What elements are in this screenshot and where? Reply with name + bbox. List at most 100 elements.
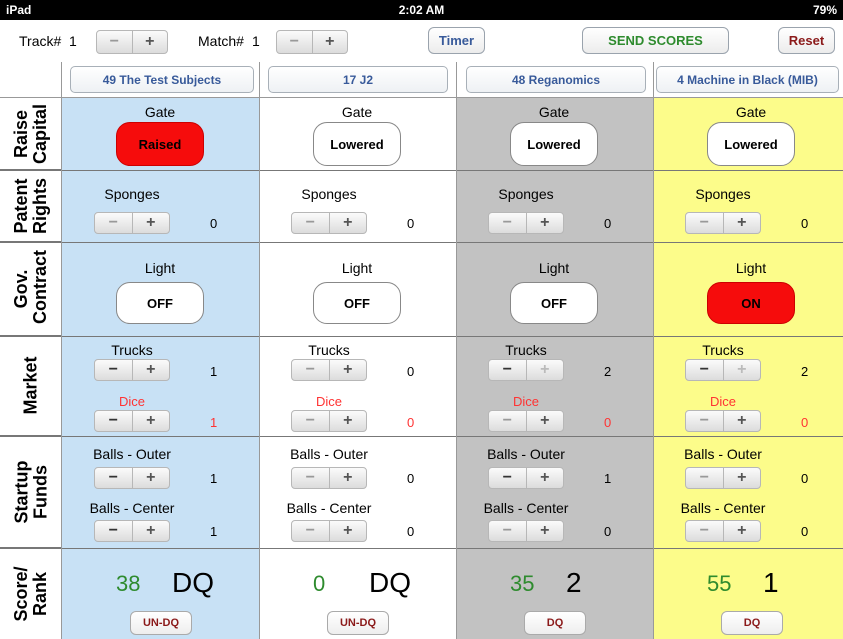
team4-sponges-increment-button[interactable]: + — [724, 213, 761, 233]
team2-trucks-increment-button[interactable]: + — [330, 360, 367, 380]
team3-dice-decrement-button[interactable]: − — [489, 411, 527, 431]
team1-trucks-decrement-button[interactable]: − — [95, 360, 133, 380]
team1-dq-button[interactable]: UN-DQ — [130, 611, 192, 635]
team3-sponges-increment-button[interactable]: + — [527, 213, 564, 233]
team3-balls-outer-increment-button[interactable]: + — [527, 468, 564, 488]
track-value: 1 — [69, 33, 77, 49]
team2-dice-stepper[interactable]: − + — [291, 410, 367, 432]
team2-sponges-label: Sponges — [301, 186, 357, 202]
team4-balls-center-decrement-button[interactable]: − — [686, 521, 724, 541]
team2-balls-center-increment-button[interactable]: + — [330, 521, 367, 541]
team4-balls-center-stepper[interactable]: − + — [685, 520, 761, 542]
team2-rank: DQ — [369, 567, 411, 598]
team3-light-button[interactable]: OFF — [510, 282, 598, 324]
team3-dice-label: Dice — [512, 394, 539, 409]
track-label: Track# — [19, 33, 62, 49]
team3-gate-button[interactable]: Lowered — [510, 122, 598, 166]
team4-dice-decrement-button[interactable]: − — [686, 411, 724, 431]
team-button-3[interactable]: 48 Reganomics — [466, 66, 646, 93]
team2-dice-decrement-button[interactable]: − — [292, 411, 330, 431]
team2-trucks-decrement-button[interactable]: − — [292, 360, 330, 380]
team1-light-button[interactable]: OFF — [116, 282, 204, 324]
team1-trucks-increment-button[interactable]: + — [133, 360, 170, 380]
team2-light-button[interactable]: OFF — [313, 282, 401, 324]
team3-balls-center-value: 0 — [604, 524, 612, 539]
team2-balls-outer-stepper[interactable]: − + — [291, 467, 367, 489]
team1-dice-stepper[interactable]: − + — [94, 410, 170, 432]
team4-dq-button[interactable]: DQ — [721, 611, 783, 635]
team4-balls-outer-decrement-button[interactable]: − — [686, 468, 724, 488]
team3-sponges-decrement-button[interactable]: − — [489, 213, 527, 233]
team1-balls-outer-stepper[interactable]: − + — [94, 467, 170, 489]
team2-balls-center-stepper[interactable]: − + — [291, 520, 367, 542]
team1-dice-increment-button[interactable]: + — [133, 411, 170, 431]
team4-trucks-decrement-button[interactable]: − — [686, 360, 724, 380]
team3-light-label: Light — [538, 260, 570, 276]
team-button-4[interactable]: 4 Machine in Black (MIB) — [656, 66, 839, 93]
match-decrement-button[interactable]: − — [277, 31, 313, 53]
team4-dice-increment-button[interactable]: + — [724, 411, 761, 431]
team1-gate-button[interactable]: Raised — [116, 122, 204, 166]
team3-trucks-stepper[interactable]: − + — [488, 359, 564, 381]
team1-dice-decrement-button[interactable]: − — [95, 411, 133, 431]
team3-dice-stepper[interactable]: − + — [488, 410, 564, 432]
team4-dice-value: 0 — [801, 415, 809, 430]
team1-trucks-stepper[interactable]: − + — [94, 359, 170, 381]
team-button-1[interactable]: 49 The Test Subjects — [70, 66, 254, 93]
team3-balls-center-decrement-button[interactable]: − — [489, 521, 527, 541]
team2-gate-button[interactable]: Lowered — [313, 122, 401, 166]
team1-balls-center-increment-button[interactable]: + — [133, 521, 170, 541]
team2-balls-outer-label: Balls - Outer — [290, 446, 368, 462]
team1-sponges-decrement-button[interactable]: − — [95, 213, 133, 233]
team-button-2[interactable]: 17 J2 — [268, 66, 448, 93]
team4-sponges-stepper[interactable]: − + — [685, 212, 761, 234]
team4-dice-stepper[interactable]: − + — [685, 410, 761, 432]
team3-dice-increment-button[interactable]: + — [527, 411, 564, 431]
team2-balls-center-decrement-button[interactable]: − — [292, 521, 330, 541]
team4-balls-outer-stepper[interactable]: − + — [685, 467, 761, 489]
team1-balls-outer-decrement-button[interactable]: − — [95, 468, 133, 488]
team1-sponges-stepper[interactable]: − + — [94, 212, 170, 234]
team1-balls-center-stepper[interactable]: − + — [94, 520, 170, 542]
team4-score: 55 — [707, 571, 732, 596]
team1-balls-center-value: 1 — [210, 524, 218, 539]
team3-balls-outer-stepper[interactable]: − + — [488, 467, 564, 489]
team2-dice-increment-button[interactable]: + — [330, 411, 367, 431]
team3-dq-button[interactable]: DQ — [524, 611, 586, 635]
column-divider — [653, 62, 654, 639]
team3-balls-outer-decrement-button[interactable]: − — [489, 468, 527, 488]
team3-balls-center-increment-button[interactable]: + — [527, 521, 564, 541]
reset-button[interactable]: Reset — [778, 27, 835, 54]
status-time: 2:02 AM — [398, 3, 445, 17]
track-stepper[interactable]: − + — [96, 30, 168, 54]
team2-balls-outer-increment-button[interactable]: + — [330, 468, 367, 488]
team1-balls-center-decrement-button[interactable]: − — [95, 521, 133, 541]
team1-balls-outer-increment-button[interactable]: + — [133, 468, 170, 488]
team2-sponges-decrement-button[interactable]: − — [292, 213, 330, 233]
team4-trucks-increment-button[interactable]: + — [724, 360, 761, 380]
team4-balls-outer-increment-button[interactable]: + — [724, 468, 761, 488]
team2-dq-button[interactable]: UN-DQ — [327, 611, 389, 635]
team2-sponges-stepper[interactable]: − + — [291, 212, 367, 234]
team3-sponges-stepper[interactable]: − + — [488, 212, 564, 234]
team2-score: 0 — [313, 571, 326, 596]
match-increment-button[interactable]: + — [313, 31, 348, 53]
team1-sponges-increment-button[interactable]: + — [133, 213, 170, 233]
team3-trucks-decrement-button[interactable]: − — [489, 360, 527, 380]
team4-sponges-decrement-button[interactable]: − — [686, 213, 724, 233]
match-stepper[interactable]: − + — [276, 30, 348, 54]
send-scores-button[interactable]: SEND SCORES — [582, 27, 729, 54]
team4-light-button[interactable]: ON — [707, 282, 795, 324]
team3-balls-center-stepper[interactable]: − + — [488, 520, 564, 542]
team3-trucks-increment-button[interactable]: + — [527, 360, 564, 380]
team4-gate-button[interactable]: Lowered — [707, 122, 795, 166]
team2-sponges-increment-button[interactable]: + — [330, 213, 367, 233]
team1-sponges-label: Sponges — [104, 186, 160, 202]
team2-trucks-stepper[interactable]: − + — [291, 359, 367, 381]
team4-trucks-stepper[interactable]: − + — [685, 359, 761, 381]
team4-balls-center-increment-button[interactable]: + — [724, 521, 761, 541]
track-increment-button[interactable]: + — [133, 31, 168, 53]
track-decrement-button[interactable]: − — [97, 31, 133, 53]
timer-button[interactable]: Timer — [428, 27, 485, 54]
team2-balls-outer-decrement-button[interactable]: − — [292, 468, 330, 488]
